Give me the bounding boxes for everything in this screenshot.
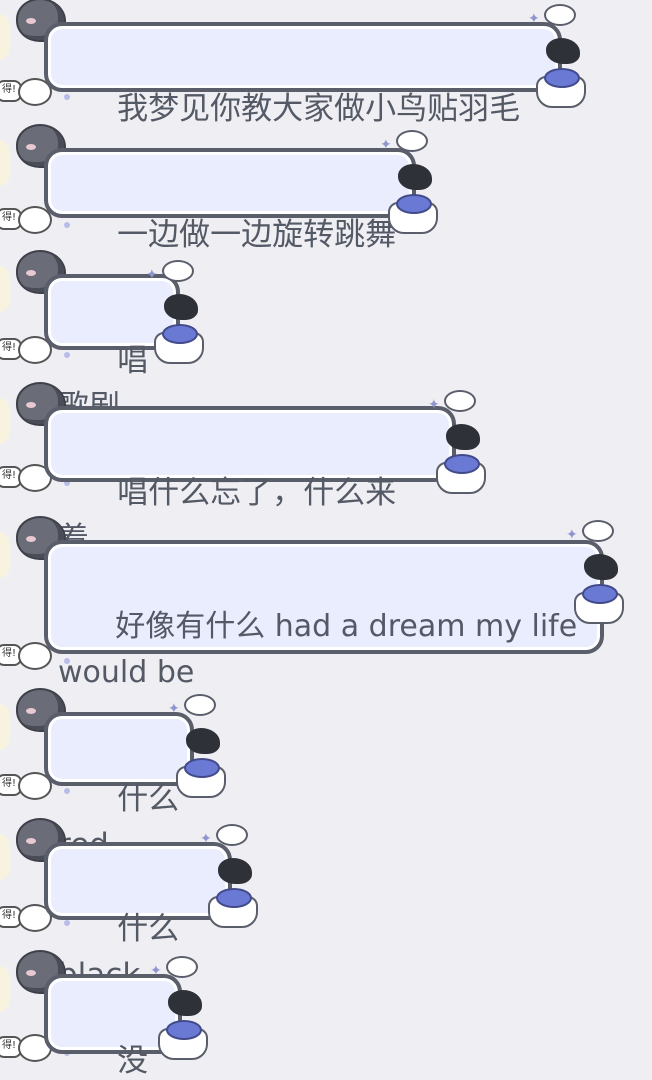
message-row: 得! 一边做一边旋转跳舞 ✦ [0, 126, 652, 253]
avatar-icon[interactable] [0, 0, 64, 60]
blueberry-cake-icon: ✦ [428, 390, 490, 500]
message-bubble[interactable]: 我梦见你教大家做小鸟贴羽毛 [44, 22, 562, 127]
message-text: 好像有什么 had a dream my life would be [58, 609, 578, 690]
message-text: 我梦见你教大家做小鸟贴羽毛 [117, 91, 521, 127]
message-text: 一边做一边旋转跳舞 [117, 217, 397, 253]
blueberry-cake-icon: ✦ [380, 130, 442, 240]
blueberry-cake-icon: ✦ [528, 4, 590, 114]
chat-thread: 得! 我梦见你教大家做小鸟贴羽毛 ✦ 得! 一边做一边旋转跳舞 ✦ 得! 唱歌剧 [0, 0, 652, 1080]
message-row: 得! 什么 red ✦ [0, 690, 652, 863]
message-bubble[interactable]: 好像有什么 had a dream my life would be [44, 540, 604, 690]
blueberry-cake-icon: ✦ [200, 824, 262, 934]
message-row: 得! 没记住！ ✦ [0, 952, 652, 1080]
message-row: 得! 好像有什么 had a dream my life would be ✦ [0, 518, 652, 690]
avatar-icon[interactable] [0, 820, 64, 880]
avatar-icon[interactable] [0, 518, 64, 578]
avatar-icon[interactable] [0, 126, 64, 186]
message-text: 没记住！ [117, 1043, 149, 1079]
blueberry-cake-icon: ✦ [146, 260, 208, 370]
message-row: 得! 什么 black ✦ [0, 820, 652, 993]
blueberry-cake-icon: ✦ [150, 956, 212, 1066]
avatar-icon[interactable] [0, 690, 64, 750]
avatar-icon[interactable] [0, 384, 64, 444]
message-row: 得! 我梦见你教大家做小鸟贴羽毛 ✦ [0, 0, 652, 127]
message-bubble[interactable]: 唱什么忘了，什么来着， [44, 406, 456, 557]
blueberry-cake-icon: ✦ [566, 520, 628, 630]
message-bubble[interactable]: 一边做一边旋转跳舞 [44, 148, 416, 253]
avatar-icon[interactable] [0, 952, 64, 1012]
message-row: 得! 唱什么忘了，什么来着， ✦ [0, 384, 652, 557]
message-row: 得! 唱歌剧 ✦ [0, 252, 652, 425]
avatar-icon[interactable] [0, 252, 64, 312]
blueberry-cake-icon: ✦ [168, 694, 230, 804]
